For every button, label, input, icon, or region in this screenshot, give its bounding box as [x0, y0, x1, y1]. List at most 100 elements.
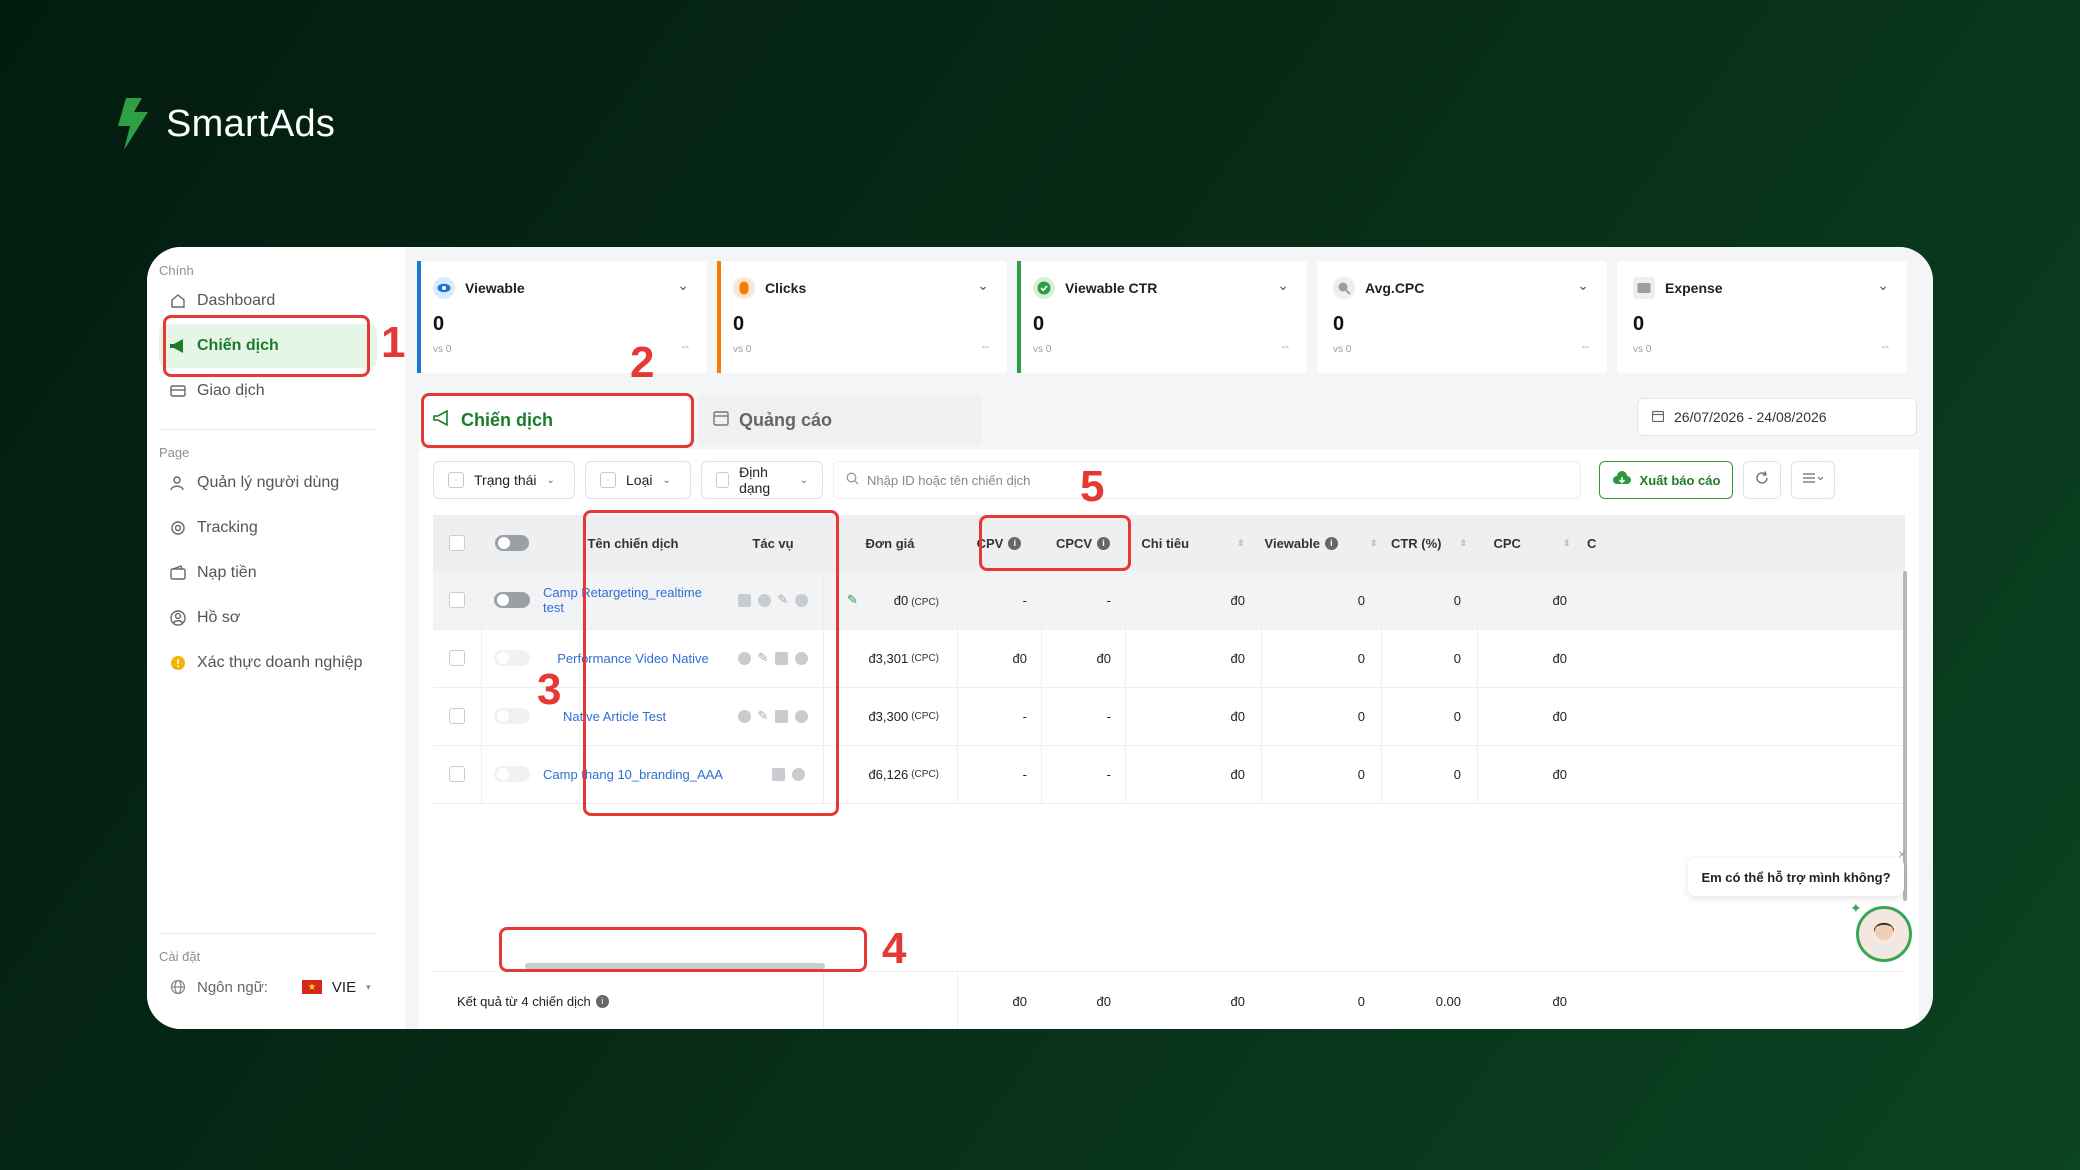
annotation-box-2	[421, 393, 694, 448]
filter-format[interactable]: Định dạng ⌄	[701, 461, 823, 499]
sidebar-section-settings: Cài đặt	[159, 949, 201, 964]
annotation-box-3	[583, 510, 839, 816]
metric-compare: vs 0	[1333, 344, 1352, 355]
col-more[interactable]: C	[1587, 515, 1607, 571]
row-toggle[interactable]	[481, 687, 543, 745]
info-icon: i	[1324, 536, 1338, 550]
cloud-download-icon	[1612, 470, 1632, 490]
filter-status[interactable]: Trạng thái ⌄	[433, 461, 575, 499]
viewable-cell: 0	[1357, 766, 1365, 782]
spend-cell: đ0	[1230, 650, 1245, 666]
col-unit-price[interactable]: Đơn giá	[823, 515, 957, 571]
chevron-down-icon[interactable]: ⌄	[677, 277, 689, 294]
metric-delta: --	[1581, 341, 1589, 353]
metric-label: Expense	[1665, 280, 1723, 296]
ctr-cell: 0	[1453, 766, 1461, 782]
toggle-all[interactable]	[481, 515, 543, 571]
sidebar-divider	[159, 933, 377, 934]
date-range-picker[interactable]: 26/07/2026 - 24/08/2026	[1637, 398, 1917, 436]
column-settings-button[interactable]	[1791, 461, 1835, 499]
sort-icon: ⇕	[1459, 537, 1468, 548]
tab-ads[interactable]: Quảng cáo	[699, 395, 981, 445]
table-footer-summary: Kết quả từ 4 chiến dịch i đ0 đ0 đ0 0 0.00…	[433, 971, 1905, 1028]
metric-accent-bar	[717, 261, 721, 373]
app-window: Chính Dashboard Chiến dịch Giao dịch Pag…	[147, 247, 1933, 1029]
sort-icon: ⇕	[1562, 537, 1571, 548]
filter-type[interactable]: Loại ⌄	[585, 461, 691, 499]
metric-card-expense[interactable]: Expense ⌄ 0 vs 0 --	[1617, 261, 1907, 373]
sidebar-item-topup[interactable]: Nạp tiền	[159, 551, 377, 595]
filter-label: Trạng thái	[474, 472, 537, 488]
sparkle-icon: ✦	[1850, 900, 1862, 916]
chevron-down-icon[interactable]: ⌄	[1877, 277, 1889, 294]
column-divider	[1381, 571, 1382, 803]
sidebar-item-profile[interactable]: Hồ sơ	[159, 596, 377, 640]
assistant-face-icon	[1872, 922, 1896, 952]
cpc-cell: đ0	[1552, 766, 1567, 782]
column-divider	[957, 571, 958, 803]
chevron-down-icon[interactable]: ⌄	[977, 277, 989, 294]
chevron-down-icon[interactable]: ⌄	[1577, 277, 1589, 294]
cpcv-cell: -	[1106, 592, 1111, 608]
metric-card-avg-cpc[interactable]: Avg.CPC ⌄ 0 vs 0 --	[1317, 261, 1607, 373]
annotation-number-2: 2	[630, 338, 655, 387]
sidebar-item-business-verify[interactable]: Xác thực doanh nghiệp	[159, 641, 377, 685]
metric-delta: --	[681, 341, 689, 353]
cpcv-cell: -	[1106, 766, 1111, 782]
col-viewable[interactable]: Viewable i ⇕	[1261, 515, 1381, 571]
checkbox	[716, 472, 730, 488]
col-cpc[interactable]: CPC ⇕	[1477, 515, 1587, 571]
coin-search-icon	[1333, 277, 1355, 299]
refresh-icon	[1754, 470, 1770, 491]
column-divider	[1477, 571, 1478, 803]
row-checkbox[interactable]	[433, 629, 481, 687]
metric-label: Viewable	[465, 280, 525, 296]
ctr-cell: 0	[1453, 650, 1461, 666]
metric-card-viewable[interactable]: Viewable ⌄ 0 vs 0 --	[417, 261, 707, 373]
unit-price-cell[interactable]: đ3,300 (CPC)	[823, 687, 957, 745]
metric-card-viewable-ctr[interactable]: Viewable CTR ⌄ 0 vs 0 --	[1017, 261, 1307, 373]
search-input[interactable]: Nhập ID hoặc tên chiến dịch	[833, 461, 1581, 499]
footer-cpcv: đ0	[1096, 993, 1111, 1009]
card-icon	[169, 382, 187, 400]
unit-price-cell[interactable]: đ3,301 (CPC)	[823, 629, 957, 687]
row-toggle[interactable]	[481, 745, 543, 803]
list-icon	[1802, 471, 1824, 489]
ctr-cell: 0	[1453, 708, 1461, 724]
export-report-button[interactable]: Xuất báo cáo	[1599, 461, 1733, 499]
sidebar-divider	[159, 429, 377, 430]
unit-price-cell[interactable]: ✎ đ0 (CPC)	[823, 571, 957, 629]
info-icon: i	[595, 994, 609, 1008]
column-divider	[1125, 571, 1126, 803]
chat-assistant-avatar[interactable]	[1856, 906, 1912, 962]
select-all-checkbox[interactable]	[433, 515, 481, 571]
refresh-button[interactable]	[1743, 461, 1781, 499]
metric-label: Clicks	[765, 280, 807, 296]
col-spend[interactable]: Chi tiêu ⇕	[1125, 515, 1261, 571]
metric-compare: vs 0	[1633, 344, 1652, 355]
metric-card-clicks[interactable]: Clicks ⌄ 0 vs 0 --	[717, 261, 1007, 373]
chevron-down-icon: ⌄	[546, 474, 555, 486]
close-icon[interactable]: ×	[1898, 846, 1906, 862]
language-selector[interactable]: Ngôn ngữ: ★ VIE ▾	[159, 965, 377, 1009]
unit-price-cell[interactable]: đ6,126 (CPC)	[823, 745, 957, 803]
sidebar-item-tracking[interactable]: Tracking	[159, 506, 377, 550]
row-checkbox[interactable]	[433, 745, 481, 803]
sidebar-item-users[interactable]: Quản lý người dùng	[159, 461, 377, 505]
column-divider	[1041, 571, 1042, 803]
col-ctr[interactable]: CTR (%) ⇕	[1381, 515, 1477, 571]
metric-delta: --	[1281, 341, 1289, 353]
chevron-down-icon[interactable]: ⌄	[1277, 277, 1289, 294]
metric-value: 0	[1033, 313, 1045, 335]
footer-cpc: đ0	[1552, 993, 1567, 1009]
search-placeholder: Nhập ID hoặc tên chiến dịch	[867, 472, 1031, 488]
metric-compare: vs 0	[433, 344, 452, 355]
metric-value: 0	[1633, 313, 1645, 335]
row-checkbox[interactable]	[433, 571, 481, 629]
row-checkbox[interactable]	[433, 687, 481, 745]
row-toggle[interactable]	[481, 629, 543, 687]
chat-support-bubble[interactable]: Em có thể hỗ trợ mình không?	[1688, 858, 1904, 896]
row-toggle[interactable]	[481, 571, 543, 629]
tab-label: Quảng cáo	[739, 409, 833, 430]
footer-spend: đ0	[1230, 993, 1245, 1009]
